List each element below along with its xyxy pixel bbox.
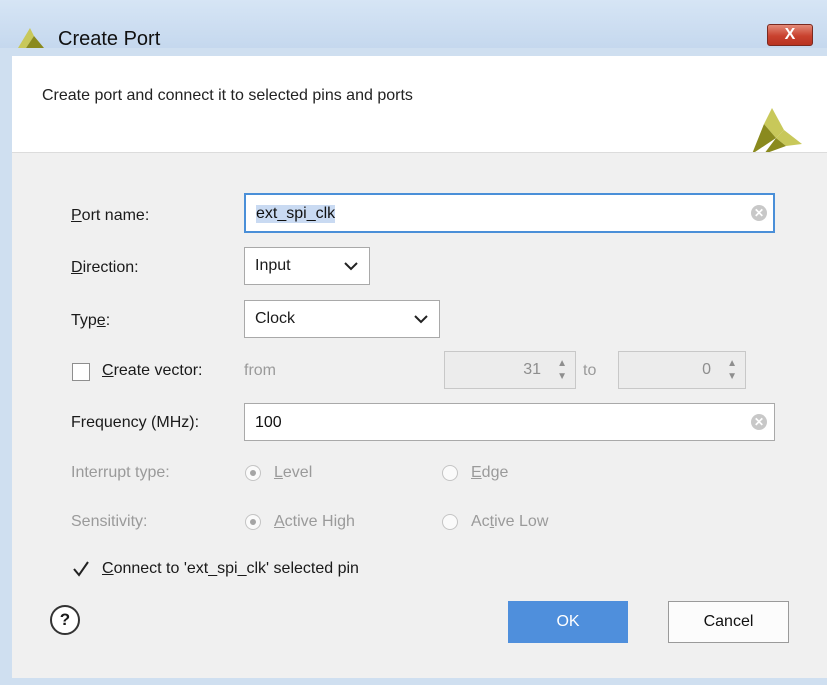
spinner-arrows-icon: ▲ ▼ — [557, 358, 567, 382]
dialog-title: Create Port — [58, 28, 161, 50]
chevron-down-icon — [414, 315, 428, 324]
type-label: Type: — [71, 312, 111, 329]
vector-to-spinner: 0 ▲ ▼ — [618, 351, 746, 389]
dialog-description: Create port and connect it to selected p… — [42, 87, 413, 104]
sensitivity-high-label: Active High — [274, 513, 355, 530]
sensitivity-low-radio — [442, 514, 458, 530]
direction-select[interactable]: Input — [244, 247, 370, 285]
clear-icon[interactable]: ✕ — [751, 205, 767, 221]
interrupt-type-label: Interrupt type: — [71, 464, 170, 481]
spinner-arrows-icon: ▲ ▼ — [727, 358, 737, 382]
close-button[interactable]: X — [767, 24, 813, 46]
create-vector-checkbox[interactable] — [72, 363, 90, 381]
dialog-header: Create port and connect it to selected p… — [12, 56, 827, 154]
port-name-value: ext_spi_clk — [256, 205, 336, 223]
interrupt-edge-label: Edge — [471, 464, 509, 481]
port-name-label: Port name: — [71, 207, 150, 224]
clear-icon[interactable]: ✕ — [751, 414, 767, 430]
cancel-button[interactable]: Cancel — [668, 601, 789, 643]
interrupt-level-label: Level — [274, 464, 313, 481]
title-bar[interactable]: Create Port X — [0, 0, 827, 50]
frequency-input[interactable]: 100 ✕ — [244, 403, 775, 441]
frequency-label: Frequency (MHz): — [71, 414, 200, 431]
interrupt-edge-radio — [442, 465, 458, 481]
xilinx-logo-icon — [752, 108, 802, 154]
vector-from-label: from — [244, 362, 276, 379]
form-area: Port name: ext_spi_clk ✕ Direction: Inpu… — [12, 152, 827, 678]
connect-label: Connect to 'ext_spi_clk' selected pin — [102, 560, 359, 577]
sensitivity-low-label: Active Low — [471, 513, 549, 530]
vector-from-spinner: 31 ▲ ▼ — [444, 351, 576, 389]
direction-value: Input — [255, 257, 291, 274]
interrupt-level-radio — [245, 465, 261, 481]
create-vector-label: Create vector: — [102, 362, 203, 379]
vector-to-value: 0 — [702, 361, 711, 378]
vector-to-label: to — [583, 362, 597, 379]
type-value: Clock — [255, 310, 296, 327]
frequency-value: 100 — [255, 414, 282, 431]
checkmark-icon — [73, 561, 89, 577]
xilinx-logo-icon — [18, 28, 44, 48]
vector-from-value: 31 — [523, 361, 541, 378]
help-button[interactable]: ? — [50, 605, 80, 635]
create-port-dialog: Create Port X Create port and connect it… — [0, 0, 827, 685]
port-name-input[interactable]: ext_spi_clk ✕ — [244, 193, 775, 233]
ok-button[interactable]: OK — [508, 601, 628, 643]
chevron-down-icon — [344, 262, 358, 271]
connect-checkbox[interactable] — [72, 560, 90, 578]
sensitivity-high-radio — [245, 514, 261, 530]
sensitivity-label: Sensitivity: — [71, 513, 148, 530]
type-select[interactable]: Clock — [244, 300, 440, 338]
direction-label: Direction: — [71, 259, 139, 276]
